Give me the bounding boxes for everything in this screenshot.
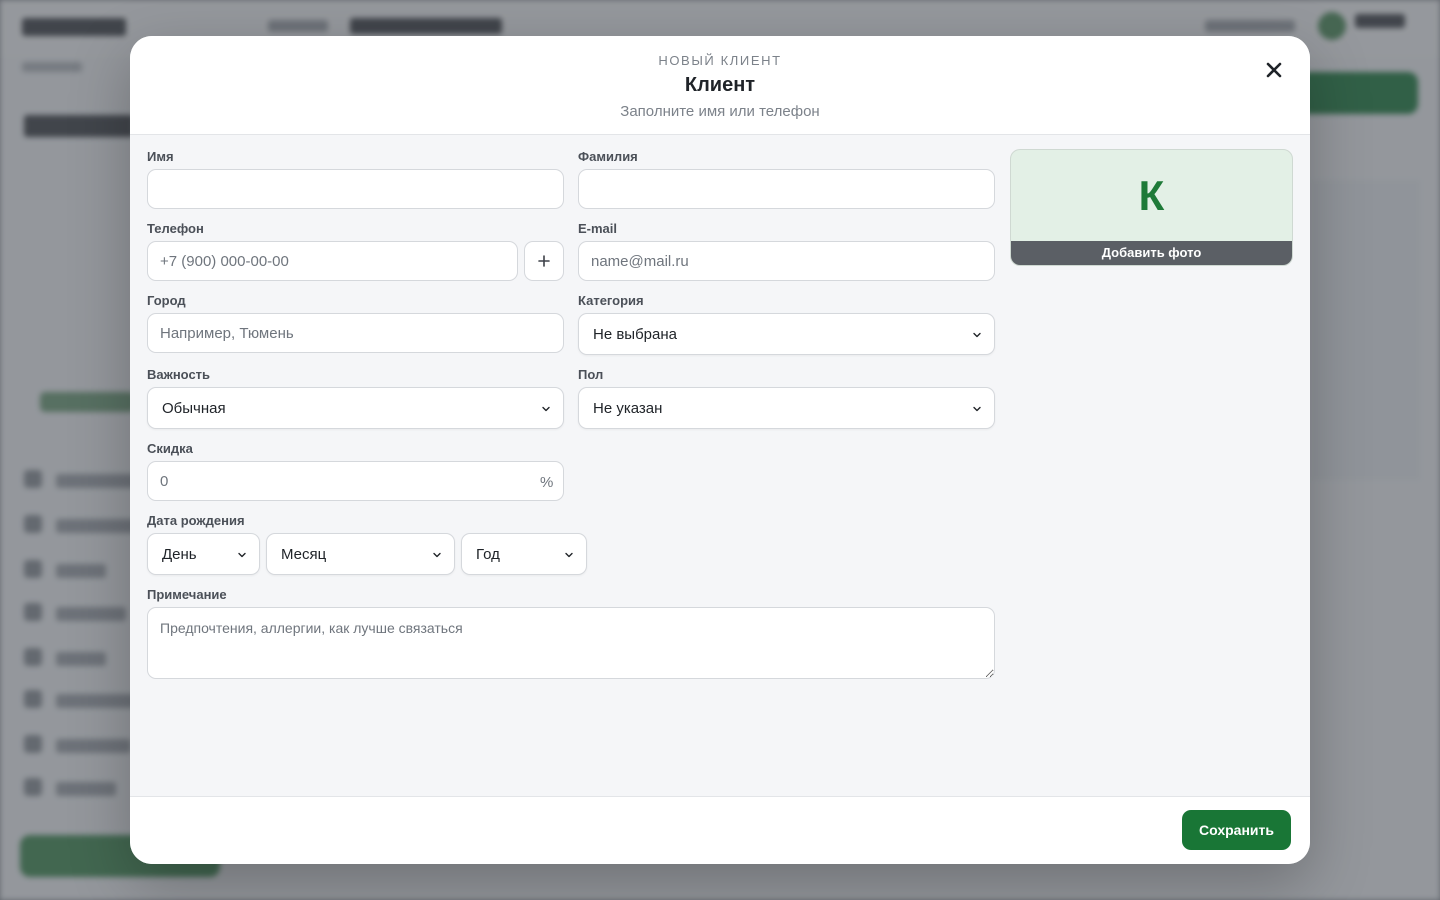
category-label: Категория	[578, 293, 644, 308]
discount-unit: %	[540, 474, 554, 491]
chevron-down-icon	[238, 552, 246, 558]
close-button[interactable]	[1260, 56, 1288, 84]
gender-label: Пол	[578, 367, 604, 382]
add-photo-label: Добавить фото	[1011, 241, 1292, 265]
chevron-down-icon	[973, 332, 981, 338]
gender-select[interactable]: Не указан	[578, 387, 995, 429]
city-field[interactable]	[147, 313, 564, 353]
discount-label: Скидка	[147, 441, 193, 456]
birth-day-select[interactable]: День	[147, 533, 260, 575]
importance-label: Важность	[147, 367, 211, 382]
phone-label: Телефон	[147, 221, 204, 236]
birthdate-label: Дата рождения	[147, 513, 245, 528]
birth-year-select[interactable]: Год	[461, 533, 587, 575]
dialog-header: НОВЫЙ КЛИЕНТ Клиент Заполните имя или те…	[130, 36, 1310, 135]
save-button[interactable]: Сохранить	[1182, 810, 1291, 850]
dialog-title: Клиент	[684, 74, 756, 96]
add-phone-button[interactable]	[524, 241, 564, 281]
birth-month-select[interactable]: Месяц	[266, 533, 455, 575]
chevron-down-icon	[565, 552, 573, 558]
birth-year-value: Год	[476, 545, 500, 563]
birth-month-value: Месяц	[281, 545, 327, 563]
new-client-dialog: НОВЫЙ КЛИЕНТ Клиент Заполните имя или те…	[130, 36, 1310, 864]
last-name-field[interactable]	[578, 169, 995, 209]
email-label: E-mail	[578, 221, 618, 236]
dialog-eyebrow: НОВЫЙ КЛИЕНТ	[658, 53, 782, 68]
city-label: Город	[147, 293, 186, 308]
discount-field[interactable]	[147, 461, 564, 501]
first-name-field[interactable]	[147, 169, 564, 209]
chevron-down-icon	[433, 552, 441, 558]
plus-icon	[538, 255, 550, 267]
dialog-footer: Сохранить	[130, 796, 1310, 864]
dialog-subtitle: Заполните имя или телефон	[620, 103, 820, 120]
importance-select[interactable]: Обычная	[147, 387, 564, 429]
category-select[interactable]: Не выбрана	[578, 313, 995, 355]
first-name-label: Имя	[147, 149, 174, 164]
note-label: Примечание	[147, 587, 227, 602]
avatar-initial: К	[1138, 172, 1165, 219]
note-field[interactable]	[147, 607, 995, 679]
importance-selected-value: Обычная	[162, 399, 226, 417]
category-selected-value: Не выбрана	[593, 325, 677, 343]
close-icon	[1266, 62, 1282, 78]
add-photo-button[interactable]: К Добавить фото	[1010, 149, 1293, 266]
last-name-label: Фамилия	[578, 149, 638, 164]
birth-day-value: День	[162, 545, 197, 563]
chevron-down-icon	[973, 406, 981, 412]
chevron-down-icon	[542, 406, 550, 412]
phone-field[interactable]	[147, 241, 518, 281]
email-field[interactable]	[578, 241, 995, 281]
gender-selected-value: Не указан	[593, 399, 663, 417]
